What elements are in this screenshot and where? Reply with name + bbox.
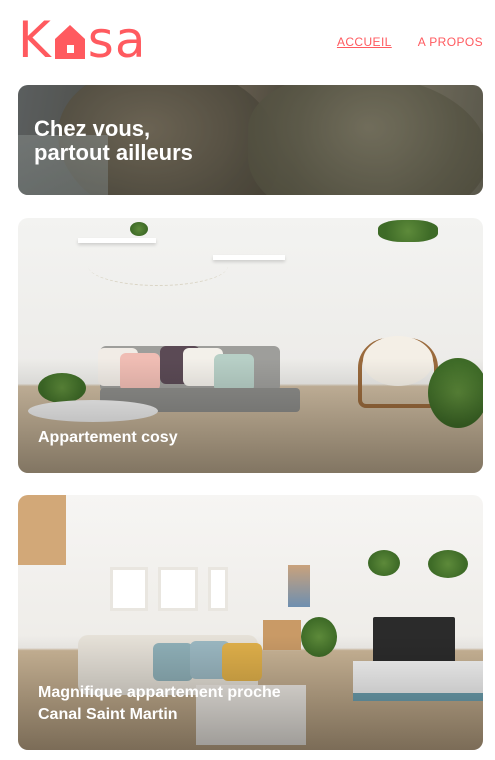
nav-link-accueil[interactable]: ACCUEIL (337, 35, 392, 49)
nav-link-a-propos[interactable]: A PROPOS (418, 35, 483, 49)
listing-card[interactable]: Appartement cosy (18, 218, 483, 473)
logo-letters-sa: sa (87, 11, 147, 69)
logo-letter-k: K (18, 11, 52, 69)
kasa-logo[interactable]: K sa (18, 14, 168, 66)
main-nav: ACCUEIL A PROPOS (337, 35, 483, 49)
listing-title: Appartement cosy (38, 429, 178, 446)
hero-title: Chez vous, partout ailleurs (34, 116, 193, 165)
listing-card[interactable]: Magnifique appartement proche Canal Sain… (18, 495, 483, 750)
site-header: K sa ACCUEIL A PROPOS (0, 0, 495, 80)
hero-banner: Chez vous, partout ailleurs (18, 85, 483, 195)
listing-title: Magnifique appartement proche Canal Sain… (38, 684, 281, 723)
house-icon (54, 25, 85, 59)
